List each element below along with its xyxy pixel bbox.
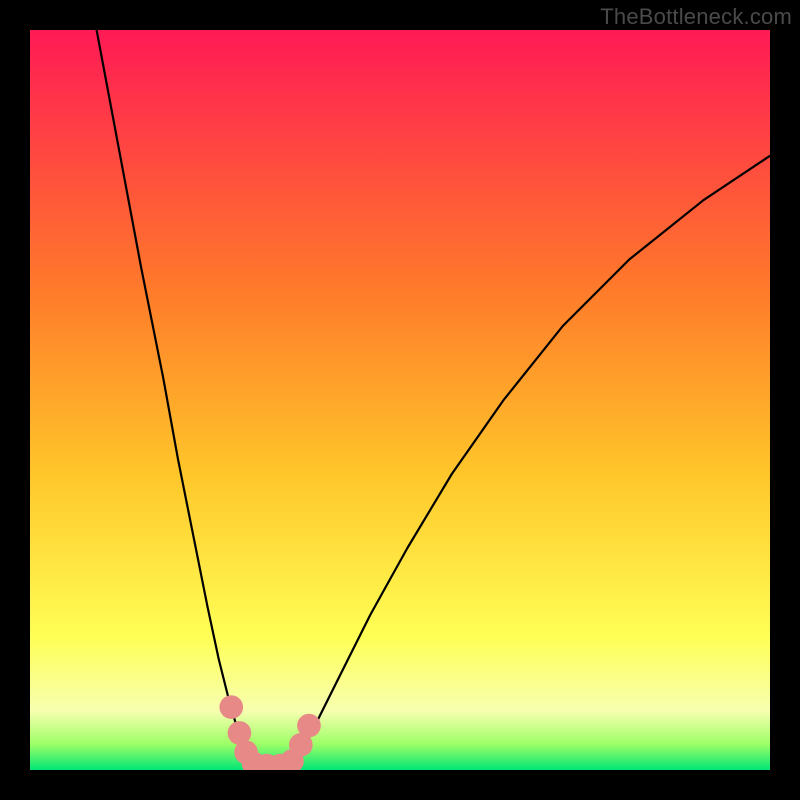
bottleneck-curve-right — [293, 156, 770, 764]
watermark-text: TheBottleneck.com — [600, 4, 792, 30]
curve-layer — [30, 30, 770, 770]
chart-frame: TheBottleneck.com — [0, 0, 800, 800]
right-marker-3 — [297, 714, 321, 738]
plot-area — [30, 30, 770, 770]
left-marker-1 — [219, 695, 243, 719]
bottleneck-curve-left — [97, 30, 251, 764]
